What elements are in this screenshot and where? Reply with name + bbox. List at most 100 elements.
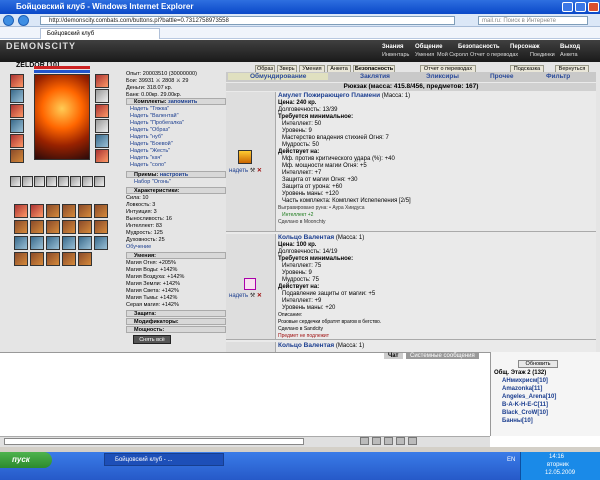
spell-slot[interactable] [14, 204, 28, 218]
online-user[interactable]: Amazonka[11] [502, 386, 542, 392]
spell-slot[interactable] [30, 236, 44, 250]
configure-receptions-link[interactable]: настроить [160, 172, 188, 178]
menu-communication[interactable]: Общение [415, 44, 442, 51]
refresh-button[interactable]: Обновить [518, 360, 558, 368]
wear-link[interactable]: надеть [229, 293, 248, 299]
shield-slot[interactable] [95, 134, 109, 148]
scroll-slot-7[interactable] [82, 176, 93, 187]
boots-slot[interactable] [10, 149, 24, 163]
training-link[interactable]: Обучение [126, 244, 221, 251]
skills-section[interactable]: Умения: [126, 252, 226, 259]
language-indicator[interactable]: EN [507, 457, 515, 463]
online-user[interactable]: Angeles_Arena[10] [502, 394, 556, 400]
tab-equipment[interactable]: Обмундирование [228, 73, 329, 80]
remove-all-button[interactable]: Снять всё [133, 335, 171, 344]
set-item[interactable]: Надеть "кач" [130, 155, 225, 162]
spell-slot[interactable] [62, 252, 76, 266]
url-input[interactable]: http://demonscity.combats.com/buttons.pl… [40, 16, 455, 25]
spell-slot[interactable] [62, 204, 76, 218]
gloves-slot[interactable] [10, 134, 24, 148]
scroll-slot-6[interactable] [70, 176, 81, 187]
back-icon[interactable] [3, 15, 14, 26]
maximize-button[interactable] [575, 2, 586, 12]
chat-input[interactable] [4, 438, 304, 445]
tab-elixirs[interactable]: Эликсиры [426, 73, 459, 80]
receptions-section[interactable]: Приемы: настроить [126, 171, 226, 178]
delete-icon[interactable]: ✕ [257, 293, 262, 299]
tab-other[interactable]: Прочее [490, 73, 513, 80]
legs-slot[interactable] [95, 149, 109, 163]
amulet-slot[interactable] [95, 89, 109, 103]
spell-slot[interactable] [78, 204, 92, 218]
armor-slot[interactable] [10, 104, 24, 118]
scroll-slot-5[interactable] [58, 176, 69, 187]
online-user[interactable]: Банны[10] [502, 418, 533, 424]
menu-transfer-report[interactable]: Отчет о переводах [470, 52, 518, 59]
search-input[interactable]: mail.ru: Поиск в Интернете [478, 16, 588, 25]
chat-log[interactable] [0, 352, 490, 436]
power-section[interactable]: Мощность: [126, 326, 226, 333]
spell-slot[interactable] [30, 204, 44, 218]
spell-slot[interactable] [14, 236, 28, 250]
scroll-slot-3[interactable] [34, 176, 45, 187]
weapon-slot[interactable] [10, 89, 24, 103]
menu-knowledge[interactable]: Знания [382, 44, 404, 51]
belt-slot[interactable] [10, 119, 24, 133]
set-item[interactable]: Надеть "Образ" [130, 127, 225, 134]
send-icon[interactable] [360, 437, 369, 445]
scroll-slot-1[interactable] [10, 176, 21, 187]
scroll-slot-8[interactable] [94, 176, 105, 187]
move-icon[interactable]: ⚒ [250, 168, 255, 174]
taskbar-item[interactable]: Бойцовский клуб - ... [104, 453, 224, 466]
spell-slot[interactable] [78, 220, 92, 234]
spell-slot[interactable] [46, 220, 60, 234]
ring-slot-2[interactable] [95, 119, 109, 133]
menu-my-scroll[interactable]: Мой Скролл [437, 52, 468, 59]
tab-system-messages[interactable]: Системные сообщения [406, 353, 479, 359]
scroll-slot-2[interactable] [22, 176, 33, 187]
menu-skills[interactable]: Умения [415, 52, 434, 59]
scroll-slot-4[interactable] [46, 176, 57, 187]
online-user[interactable]: B-A-K-H-E-C[11] [502, 402, 548, 408]
menu-profile[interactable]: Анкета [560, 52, 578, 59]
filter-icon[interactable] [396, 437, 405, 445]
remember-set-link[interactable]: запомнить [168, 99, 197, 105]
set-item[interactable]: Надеть "соло" [130, 162, 225, 169]
item-name[interactable]: Амулет Пожирающего Пламени [278, 92, 380, 99]
spell-slot[interactable] [62, 220, 76, 234]
settings-icon[interactable] [408, 437, 417, 445]
spell-slot[interactable] [14, 220, 28, 234]
spell-slot[interactable] [94, 220, 108, 234]
set-item[interactable]: Надеть "нуб" [130, 134, 225, 141]
item-name[interactable]: Кольцо Валентая [278, 342, 334, 349]
set-item[interactable]: Надеть "Тяжка" [130, 106, 225, 113]
modifiers-section[interactable]: Модификаторы: [126, 318, 226, 325]
tab-filter[interactable]: Фильтр [546, 73, 570, 80]
spell-slot[interactable] [94, 204, 108, 218]
spell-slot[interactable] [14, 252, 28, 266]
minimize-button[interactable] [562, 2, 573, 12]
set-item[interactable]: Надеть "Жесть" [130, 148, 225, 155]
tab-chat[interactable]: Чат [384, 353, 403, 359]
set-item[interactable]: Надеть "Валентай" [130, 113, 225, 120]
tab-spells[interactable]: Заклятия [360, 73, 390, 80]
set-item[interactable]: Надеть "Боевой" [130, 141, 225, 148]
menu-battles[interactable]: Поединки [530, 52, 555, 59]
online-user[interactable]: АНмихрисм[10] [502, 378, 548, 384]
set-item[interactable]: Надеть "Пробегалка" [130, 120, 225, 127]
clear-icon[interactable] [372, 437, 381, 445]
protection-section[interactable]: Защита: [126, 310, 226, 317]
item-name[interactable]: Кольцо Валентая [278, 234, 334, 241]
close-button[interactable] [588, 2, 599, 12]
menu-character[interactable]: Персонаж [510, 44, 540, 51]
spell-slot[interactable] [46, 236, 60, 250]
menu-inventory[interactable]: Инвентарь [382, 52, 409, 59]
delete-icon[interactable]: ✕ [257, 168, 262, 174]
spell-slot[interactable] [78, 236, 92, 250]
menu-security[interactable]: Безопасность [458, 44, 500, 51]
spell-slot[interactable] [46, 252, 60, 266]
forward-icon[interactable] [18, 15, 29, 26]
start-button[interactable]: пуск [0, 452, 52, 468]
reception-set[interactable]: Набор "Огонь" [134, 179, 171, 186]
sets-section[interactable]: Комплекты: запомнить [126, 98, 226, 105]
